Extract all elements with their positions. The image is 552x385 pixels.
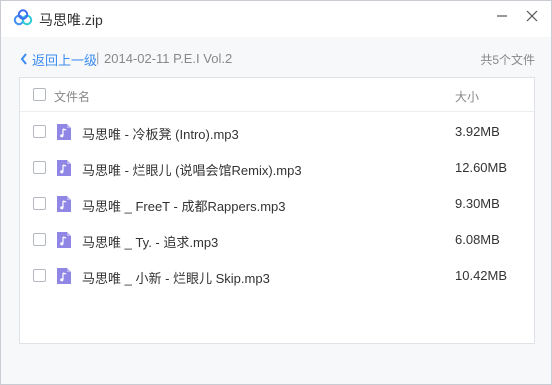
file-row[interactable]: 马思唯 _ 小新 - 烂眼儿 Skip.mp3 10.42MB [20, 258, 534, 294]
window-title: 马思唯.zip [39, 12, 103, 28]
music-file-icon [57, 160, 71, 176]
file-name: 马思唯 _ 小新 - 烂眼儿 Skip.mp3 [82, 271, 270, 286]
minimize-icon[interactable] [493, 7, 511, 25]
zip-preview-window: 马思唯.zip 返回上一级 | 2014-02-11 P.E.I Vol.2 共… [0, 0, 552, 385]
file-count: 共5个文件 [480, 53, 535, 67]
file-checkbox[interactable] [33, 269, 46, 282]
column-header-size: 大小 [455, 90, 480, 104]
chevron-left-icon [20, 53, 27, 65]
file-row[interactable]: 马思唯 _ Ty. - 追求.mp3 6.08MB [20, 222, 534, 258]
list-header: 文件名 大小 [20, 78, 534, 112]
file-name: 马思唯 _ FreeT - 成都Rappers.mp3 [82, 199, 286, 214]
file-name: 马思唯 - 烂眼儿 (说唱会馆Remix).mp3 [82, 163, 302, 178]
title-bar: 马思唯.zip [1, 1, 551, 37]
breadcrumb-separator: | [96, 50, 100, 65]
file-size: 9.30MB [455, 196, 500, 211]
select-all-checkbox[interactable] [33, 88, 46, 101]
file-size: 6.08MB [455, 232, 500, 247]
file-row[interactable]: 马思唯 _ FreeT - 成都Rappers.mp3 9.30MB [20, 186, 534, 222]
file-checkbox[interactable] [33, 197, 46, 210]
file-checkbox[interactable] [33, 161, 46, 174]
file-size: 3.92MB [455, 124, 500, 139]
file-size: 12.60MB [455, 160, 508, 175]
file-checkbox[interactable] [33, 233, 46, 246]
back-label: 返回上一级 [32, 52, 98, 68]
column-header-name: 文件名 [54, 90, 91, 104]
music-file-icon [57, 268, 71, 284]
close-icon[interactable] [523, 7, 541, 25]
file-name: 马思唯 _ Ty. - 追求.mp3 [82, 235, 219, 250]
path-toolbar: 返回上一级 | 2014-02-11 P.E.I Vol.2 共5个文件 [1, 37, 551, 77]
file-row[interactable]: 马思唯 - 烂眼儿 (说唱会馆Remix).mp3 12.60MB [20, 150, 534, 186]
breadcrumb-path: 2014-02-11 P.E.I Vol.2 [104, 51, 233, 66]
file-checkbox[interactable] [33, 125, 46, 138]
baidu-netdisk-cloud-icon [13, 9, 33, 26]
music-file-icon [57, 124, 71, 140]
music-file-icon [57, 196, 71, 212]
back-button[interactable]: 返回上一级 [19, 51, 98, 68]
file-list: 文件名 大小 马思唯 - 冷板凳 (Intro).mp3 3.92MB 马思唯 … [19, 77, 535, 344]
file-name: 马思唯 - 冷板凳 (Intro).mp3 [82, 127, 239, 142]
music-file-icon [57, 232, 71, 248]
file-size: 10.42MB [455, 268, 508, 283]
file-row[interactable]: 马思唯 - 冷板凳 (Intro).mp3 3.92MB [20, 114, 534, 150]
